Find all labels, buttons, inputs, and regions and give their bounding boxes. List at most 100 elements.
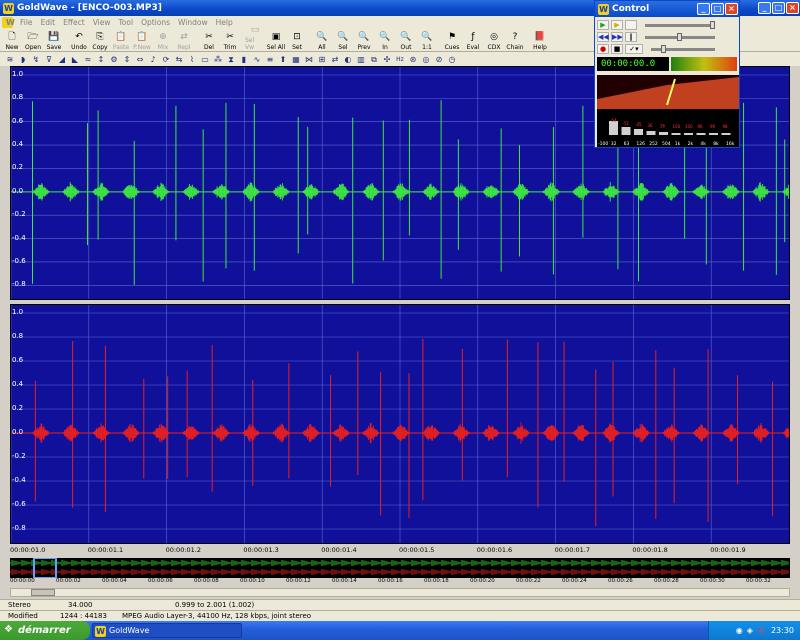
effect-wave-icon[interactable]: ≋ xyxy=(4,54,16,65)
stop-icon[interactable]: ■ xyxy=(611,44,623,54)
fast-forward-icon[interactable]: ▶▶ xyxy=(611,32,623,42)
effect-plugin-icon[interactable]: ⊛ xyxy=(407,54,419,65)
help-button[interactable]: 📕 Help xyxy=(530,32,550,51)
effect-compress-icon[interactable]: ⋈ xyxy=(303,54,315,65)
prev-button[interactable]: 🔍 Prev xyxy=(354,32,374,51)
effect-doppler-icon[interactable]: ◗ xyxy=(17,54,29,65)
p-new-button[interactable]: 📋 P.New xyxy=(132,32,152,51)
effect-fade-out-icon[interactable]: ◣ xyxy=(69,54,81,65)
status-bar-row-2: Modified 1244 : 44183 MPEG Audio Layer-3… xyxy=(0,610,800,621)
effect-filter-icon[interactable]: ⊽ xyxy=(43,54,55,65)
network-icon[interactable]: ◉ xyxy=(736,626,743,635)
cdx-button[interactable]: ◎ CDX xyxy=(484,32,504,51)
play-icon[interactable]: ▶ xyxy=(597,20,609,30)
effect-hz-icon[interactable]: Hz xyxy=(394,54,406,65)
effect-declick-icon[interactable]: ✣ xyxy=(381,54,393,65)
in-button[interactable]: 🔍 In xyxy=(375,32,395,51)
menu-edit[interactable]: Edit xyxy=(37,18,60,27)
volume-slider[interactable] xyxy=(645,20,715,29)
horizontal-scrollbar[interactable] xyxy=(10,588,790,597)
start-button[interactable]: ❖ démarrer xyxy=(0,621,90,640)
menu-file[interactable]: File xyxy=(16,18,37,27)
balance-slider[interactable] xyxy=(645,32,715,41)
effect-mono-icon[interactable]: ◐ xyxy=(342,54,354,65)
chain-button[interactable]: ? Chain xyxy=(505,32,525,51)
sel-all-button[interactable]: ▣ Sel All xyxy=(266,32,286,51)
effect-pitch-icon[interactable]: ♪ xyxy=(147,54,159,65)
effect-silence-icon[interactable]: ▭ xyxy=(199,54,211,65)
close-icon[interactable]: × xyxy=(786,2,799,14)
effect-stop-icon[interactable]: ⊘ xyxy=(433,54,445,65)
effect-volume-icon[interactable]: ▮ xyxy=(238,54,250,65)
effect-eq-icon[interactable]: ▦ xyxy=(290,54,302,65)
control-window[interactable]: W Control _ □ × ▶ ▶ ◀◀ ▶▶ ‖ ● ■ ✓▾ 00:00… xyxy=(594,0,740,148)
menu-window[interactable]: Window xyxy=(174,18,212,27)
set-button[interactable]: ⊡ Set xyxy=(287,32,307,51)
save-button[interactable]: 💾 Save xyxy=(44,32,64,51)
effect-denoise-icon[interactable]: ⧉ xyxy=(368,54,380,65)
copy-button[interactable]: ⎘ Copy xyxy=(90,32,110,51)
effect-reverse-icon[interactable]: ⇆ xyxy=(173,54,185,65)
1-1-button[interactable]: 🔍 1:1 xyxy=(417,32,437,51)
new-button[interactable]: 🗋 New xyxy=(2,32,22,51)
effect-resample-icon[interactable]: ⟳ xyxy=(160,54,172,65)
effect-match-icon[interactable]: ≡ xyxy=(264,54,276,65)
control-title-bar[interactable]: W Control _ □ × xyxy=(595,1,739,17)
loop-icon[interactable] xyxy=(625,20,637,30)
effect-noise-icon[interactable]: ⁂ xyxy=(212,54,224,65)
check-icon[interactable]: ✓▾ xyxy=(625,44,643,54)
minimize-icon[interactable]: _ xyxy=(758,2,771,14)
effect-pan-icon[interactable]: ⇔ xyxy=(134,54,146,65)
effect-flanger-icon[interactable]: ≈ xyxy=(82,54,94,65)
effect-clock-icon[interactable]: ◷ xyxy=(446,54,458,65)
effect-swap-icon[interactable]: ⇄ xyxy=(329,54,341,65)
toolbar-label: Del xyxy=(204,44,214,51)
overview-waveform[interactable] xyxy=(9,557,790,579)
maximize-icon[interactable]: □ xyxy=(772,2,785,14)
effect-invert-icon[interactable]: ↕ xyxy=(95,54,107,65)
effect-stereo-icon[interactable]: ⊞ xyxy=(316,54,328,65)
taskbar-goldwave-button[interactable]: W GoldWave xyxy=(92,623,242,638)
effect-time-warp-icon[interactable]: ⧗ xyxy=(225,54,237,65)
record-icon[interactable]: ● xyxy=(597,44,609,54)
right-channel-panel[interactable] xyxy=(10,304,790,544)
rewind-icon[interactable]: ◀◀ xyxy=(597,32,609,42)
effect-echo-icon[interactable]: ↯ xyxy=(30,54,42,65)
paste-button[interactable]: 📋 Paste xyxy=(111,32,131,51)
scrollbar-thumb[interactable] xyxy=(31,589,55,596)
effect-offset-icon[interactable]: ⇕ xyxy=(121,54,133,65)
effect-cdx-icon[interactable]: ◎ xyxy=(420,54,432,65)
undo-button[interactable]: ↶ Undo xyxy=(69,32,89,51)
speed-slider[interactable] xyxy=(651,44,715,53)
all-button[interactable]: 🔍 All xyxy=(312,32,332,51)
effect-mechanize-icon[interactable]: ⚙ xyxy=(108,54,120,65)
control-maximize-icon[interactable]: □ xyxy=(711,3,724,15)
trim-button[interactable]: ✂ Trim xyxy=(220,32,240,51)
menu-view[interactable]: View xyxy=(89,18,115,27)
menu-tool[interactable]: Tool xyxy=(115,18,138,27)
volume-tray-icon[interactable]: ◈ xyxy=(747,626,753,635)
del-button[interactable]: ✂ Del xyxy=(199,32,219,51)
time-ruler[interactable]: 00:00:01.0 00:00:01.1 00:00:01.2 00:00:01.3… xyxy=(10,544,790,558)
out-button[interactable]: 🔍 Out xyxy=(396,32,416,51)
menu-effect[interactable]: Effect xyxy=(59,18,89,27)
effect-spectrum-icon[interactable]: ▥ xyxy=(355,54,367,65)
sel-button[interactable]: 🔍 Sel xyxy=(333,32,353,51)
mix-button[interactable]: ⊕ Mix xyxy=(153,32,173,51)
antivirus-icon[interactable]: Ⓐ xyxy=(757,625,765,636)
sel-vw-button[interactable]: ▭ Sel Vw xyxy=(245,25,265,51)
effect-reverb-icon[interactable]: ⌇ xyxy=(186,54,198,65)
menu-help[interactable]: Help xyxy=(212,18,237,27)
menu-options[interactable]: Options xyxy=(137,18,174,27)
open-button[interactable]: 🗁 Open xyxy=(23,32,43,51)
effect-maximize-icon[interactable]: ⬆ xyxy=(277,54,289,65)
effect-fade-in-icon[interactable]: ◢ xyxy=(56,54,68,65)
control-minimize-icon[interactable]: _ xyxy=(697,3,710,15)
pause-icon[interactable]: ‖ xyxy=(625,32,637,42)
play-selection-icon[interactable]: ▶ xyxy=(611,20,623,30)
cues-button[interactable]: ⚑ Cues xyxy=(442,32,462,51)
repl-button[interactable]: ⇄ Repl xyxy=(174,32,194,51)
effect-shape-icon[interactable]: ∿ xyxy=(251,54,263,65)
eval-button[interactable]: ƒ Eval xyxy=(463,32,483,51)
control-close-icon[interactable]: × xyxy=(725,3,738,15)
